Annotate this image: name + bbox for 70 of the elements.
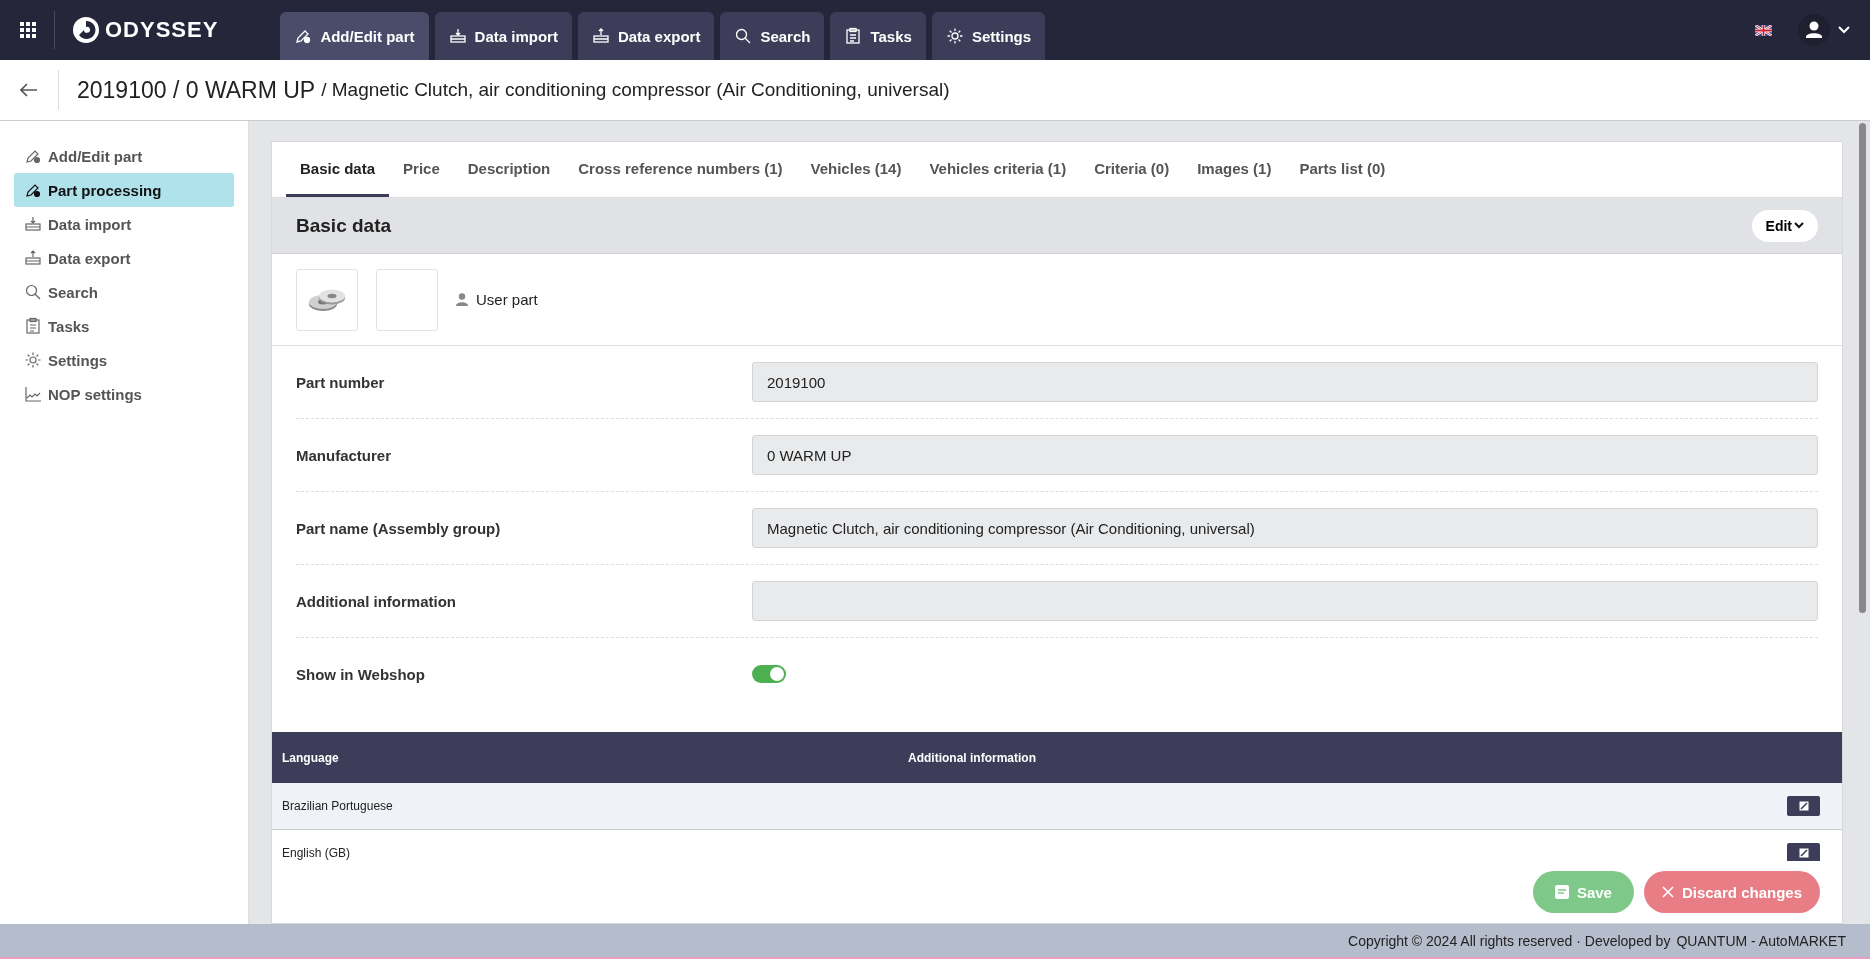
page-title: 2019100 / 0 WARM UP bbox=[77, 76, 316, 104]
nav-tab[interactable]: Tasks bbox=[830, 12, 926, 60]
section-title: Basic data bbox=[296, 214, 392, 237]
logo-icon bbox=[71, 15, 101, 45]
settings-icon bbox=[945, 27, 964, 45]
copyright-text: Copyright © 2024 All rights reserved · Developed by bbox=[1348, 932, 1671, 949]
image-thumbnail[interactable] bbox=[296, 268, 358, 331]
tab[interactable]: Vehicles criteria (1) bbox=[915, 142, 1081, 197]
nav-tab[interactable]: Add/Edit part bbox=[280, 12, 429, 60]
sidebar-item[interactable]: Settings bbox=[14, 343, 234, 377]
uk-flag-icon[interactable] bbox=[1755, 24, 1772, 36]
table-cell: English (GB) bbox=[282, 846, 351, 860]
search-icon bbox=[24, 283, 42, 301]
edit-row-button[interactable] bbox=[1787, 843, 1820, 861]
field-label: Part number bbox=[296, 373, 386, 391]
input-field[interactable]: 0 WARM UP bbox=[752, 435, 1818, 475]
chevron-down-icon[interactable] bbox=[1838, 26, 1850, 34]
nav-tab[interactable]: Search bbox=[720, 12, 825, 60]
nav-tab[interactable]: Data import bbox=[434, 12, 572, 60]
apps-grid-icon[interactable] bbox=[20, 22, 36, 38]
clipboard-icon bbox=[844, 27, 863, 45]
back-arrow-icon[interactable] bbox=[20, 83, 38, 97]
sidebar-item[interactable]: Part processing bbox=[14, 173, 234, 207]
nav-tab[interactable]: Data export bbox=[577, 12, 715, 60]
tray-down-icon bbox=[24, 215, 42, 233]
search-icon bbox=[734, 27, 753, 45]
tab[interactable]: Parts list (0) bbox=[1285, 142, 1400, 197]
tab[interactable]: Images (1) bbox=[1183, 142, 1286, 197]
owner-label: User part bbox=[476, 291, 538, 308]
sidebar-item[interactable]: Search bbox=[14, 275, 234, 309]
field-label: Show in Webshop bbox=[296, 665, 426, 683]
edit-button[interactable]: Edit bbox=[1751, 209, 1818, 242]
tray-up-icon bbox=[24, 249, 42, 267]
tray-up-icon bbox=[591, 27, 610, 45]
chevron-down-icon bbox=[1794, 222, 1804, 229]
field-label: Manufacturer bbox=[296, 446, 393, 464]
tab[interactable]: Price bbox=[389, 142, 454, 197]
column-header: Additional information bbox=[908, 750, 1036, 765]
table-cell: Brazilian Portuguese bbox=[282, 799, 393, 813]
line-chart-icon bbox=[24, 385, 42, 403]
field-label: Additional information bbox=[296, 592, 457, 610]
tab[interactable]: Description bbox=[453, 142, 565, 197]
user-icon bbox=[456, 293, 468, 306]
note-icon bbox=[1554, 885, 1569, 899]
close-icon bbox=[1661, 886, 1674, 898]
tab[interactable]: Vehicles (14) bbox=[796, 142, 916, 197]
column-header: Language bbox=[282, 750, 340, 765]
input-field[interactable]: 2019100 bbox=[752, 362, 1818, 402]
sidebar-item[interactable]: Data import bbox=[14, 207, 234, 241]
sidebar-item[interactable]: Add/Edit part bbox=[14, 139, 234, 173]
edit-icon bbox=[1798, 801, 1809, 811]
tray-down-icon bbox=[448, 27, 467, 45]
input-field[interactable]: Magnetic Clutch, air conditioning compressor (Air Conditioning, universal) bbox=[752, 508, 1818, 548]
clipboard-icon bbox=[24, 317, 42, 335]
settings-icon bbox=[24, 351, 42, 369]
app-logo: ODYSSEY bbox=[105, 17, 219, 43]
sidebar-item[interactable]: Data export bbox=[14, 241, 234, 275]
input-field[interactable] bbox=[752, 581, 1818, 621]
nav-tab[interactable]: Settings bbox=[931, 12, 1046, 60]
page-subtitle: / Magnetic Clutch, air conditioning compressor (Air Conditioning, universal) bbox=[321, 79, 950, 101]
edit-icon bbox=[1798, 848, 1809, 858]
tab[interactable]: Criteria (0) bbox=[1080, 142, 1184, 197]
developer-link[interactable]: QUANTUM - AutoMARKET bbox=[1676, 932, 1846, 949]
toggle-switch[interactable] bbox=[752, 665, 786, 683]
sidebar-item[interactable]: Tasks bbox=[14, 309, 234, 343]
sidebar-item[interactable]: NOP settings bbox=[14, 377, 234, 411]
edit-row-button[interactable] bbox=[1787, 796, 1820, 816]
field-label: Part name (Assembly group) bbox=[296, 519, 502, 537]
tab[interactable]: Cross reference numbers (1) bbox=[564, 142, 797, 197]
user-avatar-icon[interactable] bbox=[1798, 14, 1830, 46]
